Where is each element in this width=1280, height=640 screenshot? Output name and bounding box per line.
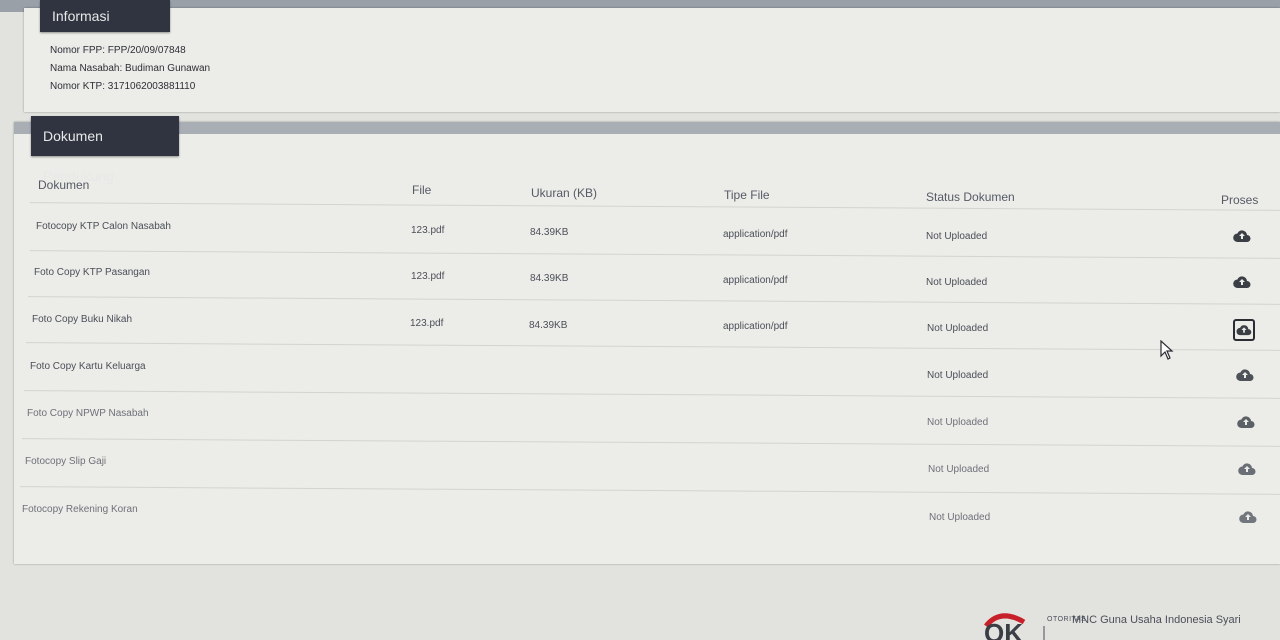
doc-name: Foto Copy NPWP Nasabah [27, 408, 149, 419]
file-type: application/pdf [723, 275, 788, 286]
doc-status: Not Uploaded [927, 417, 989, 428]
cloud-upload-icon [1236, 325, 1252, 336]
doc-name: Foto Copy Buku Nikah [32, 314, 133, 325]
file-link[interactable]: 123.pdf [411, 225, 444, 236]
svg-text:OK: OK [984, 618, 1023, 640]
cloud-upload-icon[interactable] [1237, 415, 1255, 429]
ktp-number: Nomor KTP: 3171062003881110 [50, 81, 196, 92]
doc-name: Foto Copy Kartu Keluarga [30, 361, 146, 372]
supporting-docs-header: Dokumen Pendukung [31, 116, 179, 184]
file-size: 84.39KB [529, 320, 568, 331]
file-type: application/pdf [723, 229, 788, 240]
doc-name: Fotocopy KTP Calon Nasabah [36, 221, 171, 232]
cloud-upload-icon[interactable] [1236, 368, 1254, 382]
doc-status: Not Uploaded [926, 277, 988, 288]
cloud-upload-icon[interactable] [1233, 229, 1251, 243]
column-header-type: Tipe File [724, 188, 770, 202]
file-link[interactable]: 123.pdf [411, 271, 444, 282]
doc-status: Not Uploaded [927, 370, 989, 381]
column-header-dokumen: Dokumen [38, 178, 90, 192]
column-header-status: Status Dokumen [926, 190, 1015, 204]
customer-info-lines: Nomor FPP: FPP/20/09/07848 Nama Nasabah:… [50, 42, 210, 96]
doc-name: Fotocopy Slip Gaji [25, 456, 107, 467]
doc-name: Foto Copy KTP Pasangan [34, 267, 150, 278]
footer-company: MNC Guna Usaha Indonesia Syari [1072, 614, 1241, 626]
cloud-upload-icon[interactable] [1238, 462, 1256, 476]
doc-status: Not Uploaded [926, 231, 988, 242]
customer-info-header: Informasi Nasabah [40, 0, 170, 56]
file-type: application/pdf [723, 321, 788, 332]
doc-status: Not Uploaded [927, 323, 989, 334]
column-header-file: File [412, 183, 432, 197]
doc-status: Not Uploaded [928, 464, 990, 475]
doc-status: Not Uploaded [929, 512, 991, 523]
fpp-number: Nomor FPP: FPP/20/09/07848 [50, 45, 186, 56]
mouse-cursor-icon [1160, 340, 1174, 360]
customer-info-card [24, 8, 1280, 112]
cloud-upload-icon[interactable] [1233, 275, 1251, 289]
doc-name: Fotocopy Rekening Koran [22, 504, 138, 515]
upload-button-focused[interactable] [1233, 319, 1255, 341]
file-size: 84.39KB [530, 273, 569, 284]
column-header-size: Ukuran (KB) [531, 186, 598, 200]
column-header-process: Proses [1221, 193, 1259, 207]
file-size: 84.39KB [530, 227, 569, 238]
file-link[interactable]: 123.pdf [410, 318, 443, 329]
cloud-upload-icon[interactable] [1239, 510, 1257, 524]
customer-name: Nama Nasabah: Budiman Gunawan [50, 63, 211, 74]
